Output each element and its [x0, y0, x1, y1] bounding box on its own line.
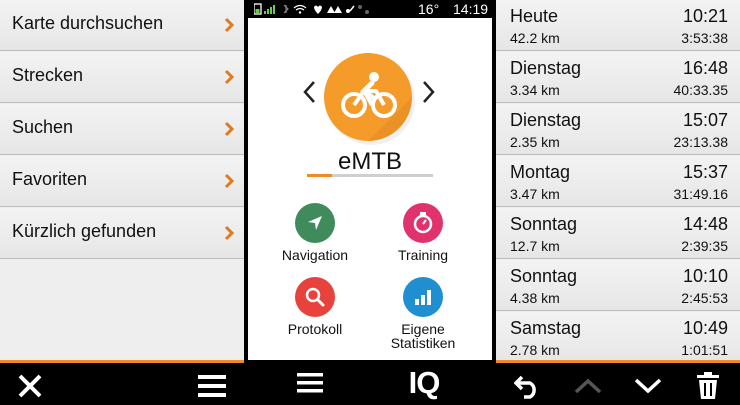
- app-label: Navigation: [281, 247, 349, 263]
- chevron-right-icon: [224, 17, 235, 38]
- history-duration: 31:49.16: [673, 186, 729, 202]
- history-day: Sonntag: [510, 214, 578, 234]
- history-distance: 4.38 km: [510, 290, 560, 306]
- stopwatch-icon: [403, 203, 443, 243]
- left-menu-panel: Karte durchsuchen Strecken Suchen Favori…: [0, 0, 244, 405]
- activity-profile-button[interactable]: [324, 53, 412, 141]
- menu-item-label: Favoriten: [12, 169, 88, 189]
- history-row[interactable]: Dienstag 3.34 km 16:48 40:33.35: [496, 52, 740, 103]
- history-row[interactable]: Sonntag 12.7 km 14:48 2:39:35: [496, 208, 740, 259]
- bar-chart-icon: [403, 277, 443, 317]
- history-day: Heute: [510, 6, 559, 26]
- history-time: 16:48: [682, 58, 728, 78]
- trash-icon[interactable]: [690, 363, 726, 405]
- history-day: Samstag: [510, 318, 582, 338]
- history-day: Sonntag: [510, 266, 578, 286]
- scroll-up-icon[interactable]: [570, 363, 606, 405]
- hamburger-menu-icon[interactable]: [292, 360, 328, 405]
- history-time: 15:07: [682, 110, 728, 130]
- history-day: Montag: [510, 162, 571, 182]
- menu-item-label: Suchen: [12, 117, 74, 137]
- profile-progress-bar: [307, 174, 433, 177]
- history-duration: 2:39:35: [681, 238, 728, 254]
- history-time: 15:37: [682, 162, 728, 182]
- app-statistics[interactable]: Eigene Statistiken: [373, 277, 473, 350]
- app-training[interactable]: Training: [373, 203, 473, 262]
- history-duration: 40:33.35: [673, 82, 729, 98]
- history-time: 10:21: [682, 6, 728, 26]
- app-navigation[interactable]: Navigation: [265, 203, 365, 262]
- clock-readout: 14:19: [453, 1, 489, 17]
- history-row[interactable]: Heute 42.2 km 10:21 3:53:38: [496, 0, 740, 51]
- history-time: 10:49: [682, 318, 728, 338]
- navigation-arrow-icon: [295, 203, 335, 243]
- menu-item-label: Karte durchsuchen: [12, 13, 164, 33]
- history-time: 14:48: [682, 214, 728, 234]
- history-distance: 12.7 km: [510, 238, 560, 254]
- chevron-right-icon: [224, 121, 235, 142]
- history-duration: 3:53:38: [681, 30, 728, 46]
- history-distance: 2.35 km: [510, 134, 560, 150]
- magnifier-icon: [295, 277, 335, 317]
- status-icons: [254, 3, 369, 15]
- scroll-down-icon[interactable]: [630, 363, 666, 405]
- history-panel: Heute 42.2 km 10:21 3:53:38 Dienstag 3.3…: [496, 0, 740, 405]
- hamburger-menu-icon[interactable]: [194, 363, 230, 405]
- app-label: Training: [397, 247, 449, 263]
- history-time: 10:10: [682, 266, 728, 286]
- previous-profile-arrow-icon[interactable]: [302, 80, 316, 109]
- history-distance: 2.78 km: [510, 342, 560, 358]
- menu-item-recently-found[interactable]: Kürzlich gefunden: [0, 208, 244, 259]
- connect-iq-button[interactable]: IQ: [408, 360, 441, 405]
- history-distance: 3.47 km: [510, 186, 560, 202]
- close-icon[interactable]: [12, 363, 48, 405]
- left-bottom-bar: [0, 360, 244, 405]
- home-panel: 16° 14:19 eMTB Navigation Training Proto…: [248, 0, 492, 405]
- chevron-right-icon: [224, 225, 235, 246]
- profile-progress-fill: [307, 174, 333, 177]
- history-duration: 23:13.38: [673, 134, 729, 150]
- connect-iq-logo: IQ: [408, 364, 441, 400]
- app-label: Eigene Statistiken: [390, 321, 456, 351]
- history-day: Dienstag: [510, 110, 582, 130]
- menu-item-label: Strecken: [12, 65, 84, 85]
- right-bottom-bar: [496, 360, 740, 405]
- history-duration: 1:01:51: [681, 342, 728, 358]
- menu-item-search[interactable]: Suchen: [0, 104, 244, 155]
- status-bar: 16° 14:19: [248, 0, 492, 18]
- temperature-readout: 16°: [418, 1, 440, 17]
- bicycle-icon: [341, 72, 412, 141]
- history-row[interactable]: Dienstag 2.35 km 15:07 23:13.38: [496, 104, 740, 155]
- history-row[interactable]: Montag 3.47 km 15:37 31:49.16: [496, 156, 740, 207]
- chevron-right-icon: [224, 173, 235, 194]
- menu-item-browse-map[interactable]: Karte durchsuchen: [0, 0, 244, 51]
- chevron-right-icon: [224, 69, 235, 90]
- back-arrow-icon[interactable]: [510, 363, 546, 405]
- history-distance: 42.2 km: [510, 30, 560, 46]
- history-distance: 3.34 km: [510, 82, 560, 98]
- history-duration: 2:45:53: [681, 290, 728, 306]
- history-row[interactable]: Sonntag 4.38 km 10:10 2:45:53: [496, 260, 740, 311]
- history-row[interactable]: Samstag 2.78 km 10:49 1:01:51: [496, 312, 740, 363]
- app-label: Protokoll: [287, 321, 343, 337]
- app-history[interactable]: Protokoll: [265, 277, 365, 336]
- menu-item-label: Kürzlich gefunden: [12, 221, 157, 241]
- profile-name: eMTB: [337, 148, 402, 175]
- next-profile-arrow-icon[interactable]: [422, 80, 436, 109]
- middle-bottom-bar: IQ: [248, 360, 492, 405]
- menu-item-routes[interactable]: Strecken: [0, 52, 244, 103]
- history-day: Dienstag: [510, 58, 582, 78]
- menu-item-favorites[interactable]: Favoriten: [0, 156, 244, 207]
